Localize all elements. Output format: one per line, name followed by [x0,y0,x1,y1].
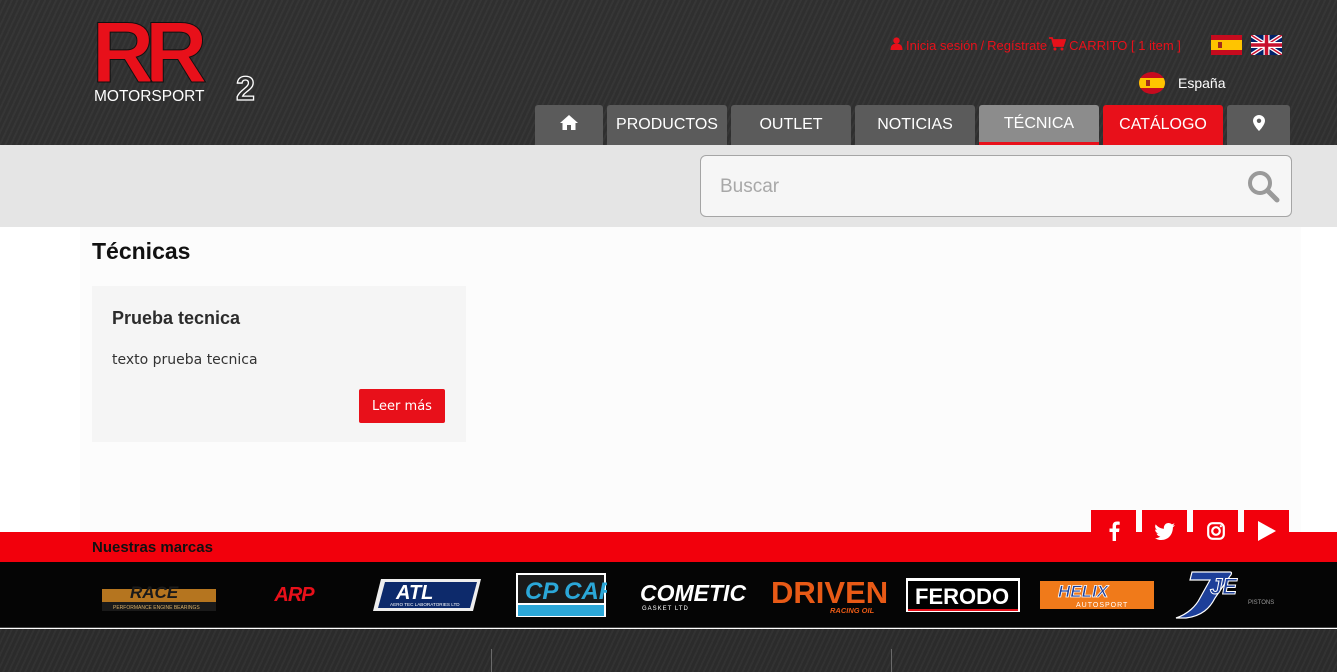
spain-flag-round-icon [1139,72,1165,94]
nav-productos[interactable]: PRODUCTOS [607,105,727,145]
facebook-icon [1108,521,1120,541]
article-title[interactable]: Prueba tecnica [112,308,240,329]
user-links: Inicia sesión / Regístrate CARRITO [ 1 i… [890,36,1181,54]
country-label: España [1178,75,1226,91]
login-link[interactable]: Inicia sesión [906,38,978,53]
search-input[interactable] [720,174,1220,200]
search-strip [0,145,1337,227]
svg-text:RACING OIL: RACING OIL [830,606,875,615]
twitter-icon [1154,522,1175,540]
facebook-button[interactable] [1091,510,1136,552]
location-pin-icon [1252,114,1265,136]
brand-logo-cometic[interactable]: COMETIC GASKET LTD [638,570,754,620]
nav-tecnica[interactable]: TÉCNICA [979,105,1099,145]
search-box [700,155,1292,217]
site-header: RR MOTORSPORT 2 Inicia sesión / Regístra… [0,0,1337,145]
user-icon [890,37,903,53]
nav-outlet[interactable]: OUTLET [731,105,851,145]
svg-text:GASKET LTD: GASKET LTD [642,606,689,612]
svg-text:FERODO: FERODO [915,584,1009,609]
instagram-icon [1206,522,1225,540]
instagram-button[interactable] [1193,510,1238,552]
site-footer [0,629,1337,672]
rr2-motorsport-logo[interactable]: RR MOTORSPORT 2 [92,10,274,105]
register-link[interactable]: Regístrate [987,38,1047,53]
brand-logo-arp[interactable]: ARP [258,570,330,620]
nav-home[interactable] [535,105,603,145]
svg-text:HELIX: HELIX [1058,582,1110,601]
youtube-button[interactable] [1244,510,1289,552]
footer-divider [891,649,892,672]
svg-text:PERFORMANCE ENGINE BEARINGS: PERFORMANCE ENGINE BEARINGS [113,605,200,611]
nav-location[interactable] [1227,105,1290,145]
brand-logo-race[interactable]: RACE PERFORMANCE ENGINE BEARINGS [100,570,218,620]
twitter-button[interactable] [1142,510,1187,552]
svg-text:RACE: RACE [130,583,179,602]
brand-logo-cp-carrillo[interactable]: CP CARRILLO [515,570,607,620]
logo-subtext: MOTORSPORT [94,88,205,105]
footer-divider [491,649,492,672]
svg-text:CP CARRILLO: CP CARRILLO [525,578,607,605]
nav-noticias[interactable]: NOTICIAS [855,105,975,145]
brand-logo-ferodo[interactable]: FERODO [905,570,1021,620]
svg-text:AERO TEC LABORATORIES LTD: AERO TEC LABORATORIES LTD [390,602,460,607]
svg-text:JE: JE [1210,574,1238,599]
svg-text:AUTOSPORT: AUTOSPORT [1076,602,1128,609]
brand-logo-driven[interactable]: DRIVEN RACING OIL [770,570,888,620]
search-icon[interactable] [1246,169,1280,203]
country-selector[interactable]: España [1139,72,1225,94]
page-title: Técnicas [92,238,191,264]
brand-logo-je-pistons[interactable]: JE PISTONS [1170,570,1290,620]
spain-flag-icon[interactable] [1211,35,1242,55]
main-nav: PRODUCTOS OUTLET NOTICIAS TÉCNICA CATÁLO… [535,105,1294,145]
svg-text:PISTONS: PISTONS [1248,600,1274,606]
article-excerpt: texto prueba tecnica [112,352,258,368]
svg-text:DRIVEN: DRIVEN [771,575,888,610]
uk-flag-icon[interactable] [1249,33,1284,57]
read-more-button[interactable]: Leer más [359,389,445,423]
brand-logo-helix[interactable]: HELIX AUTOSPORT [1038,570,1156,620]
svg-text:COMETIC: COMETIC [640,580,746,606]
svg-text:ATL: ATL [395,582,433,604]
cart-icon[interactable] [1049,36,1067,54]
home-icon [559,114,579,136]
brand-logo-atl[interactable]: ATL AERO TEC LABORATORIES LTD [371,570,483,620]
logo-number: 2 [236,70,255,105]
article-card: Prueba tecnica texto prueba tecnica Leer… [92,286,466,442]
brands-title: Nuestras marcas [92,539,213,556]
link-separator: / [980,37,985,53]
youtube-icon [1257,521,1276,541]
nav-catalogo[interactable]: CATÁLOGO [1103,105,1223,145]
cart-link[interactable]: CARRITO [ 1 item ] [1069,38,1181,53]
